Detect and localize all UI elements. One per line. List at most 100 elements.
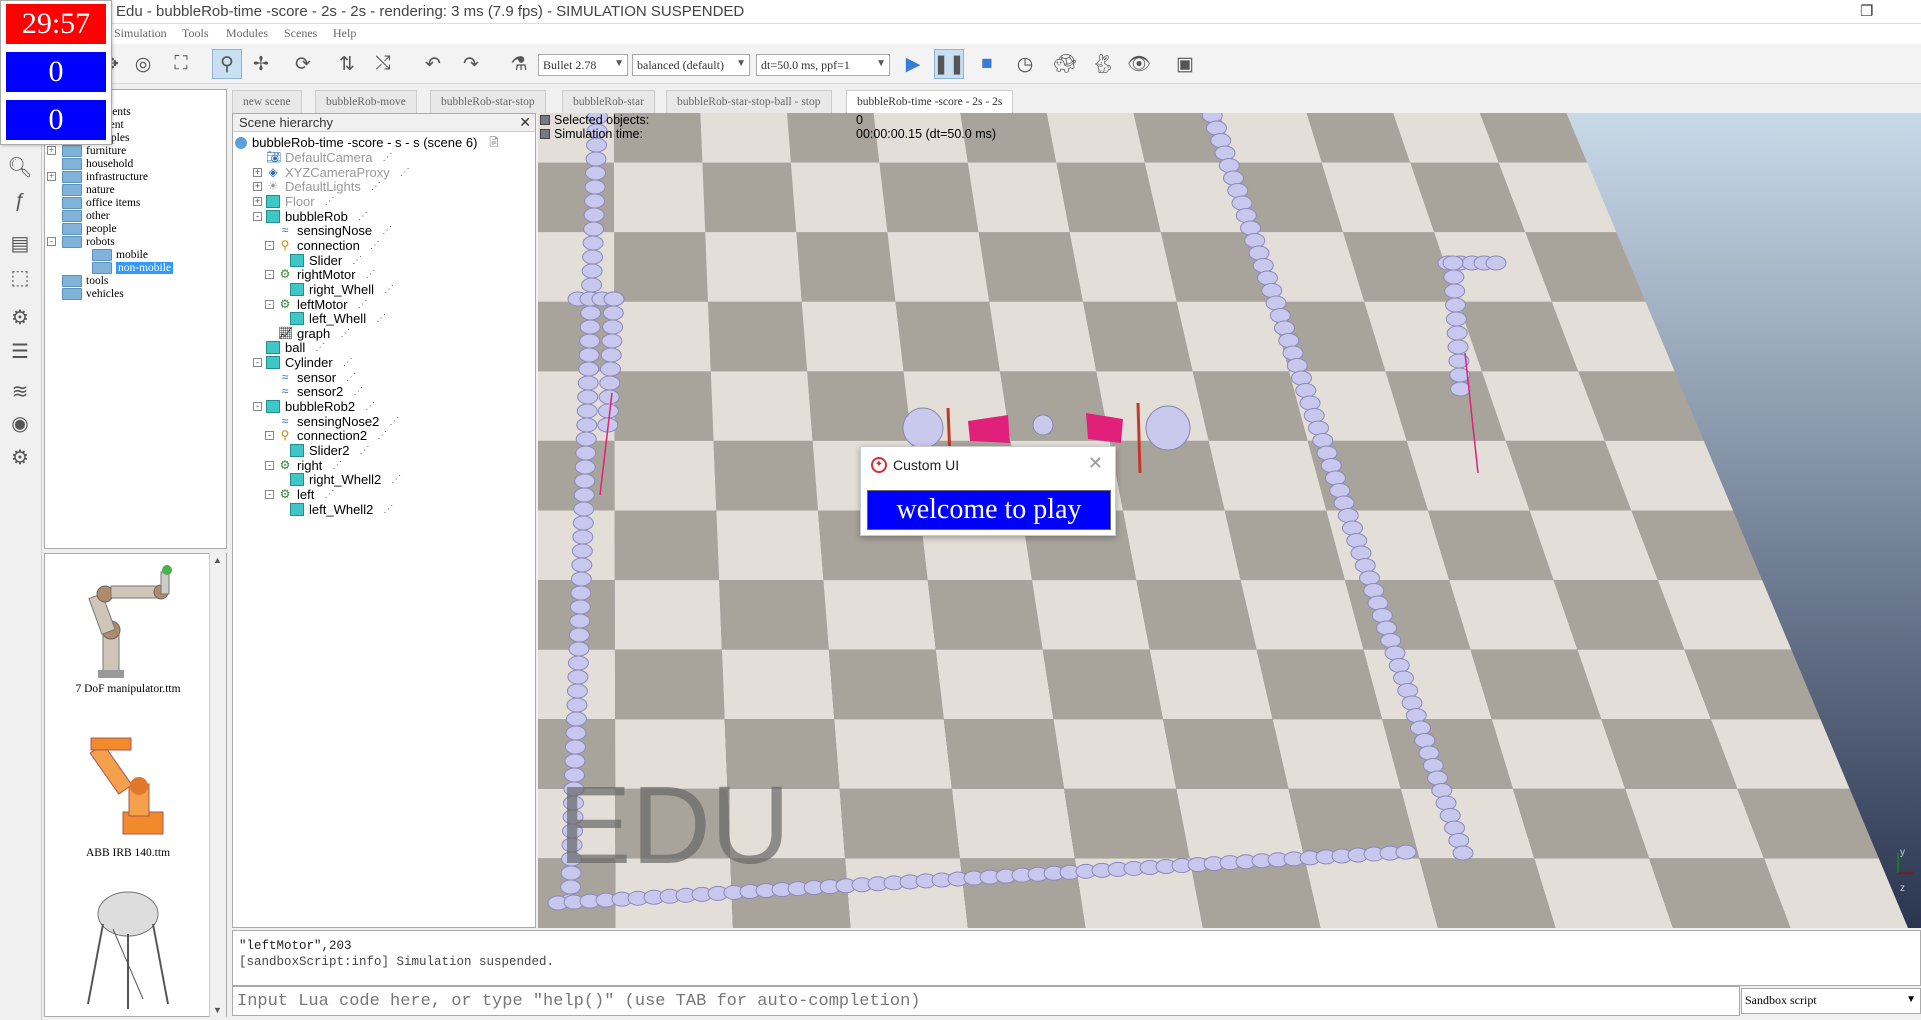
lua-command-input[interactable]: Input Lua code here, or type "help()" (u…	[232, 986, 1740, 1016]
menu-tools[interactable]: Tools	[182, 26, 209, 41]
ball[interactable]	[1033, 415, 1053, 435]
script-icon[interactable]: ⋰	[383, 504, 393, 515]
close-icon[interactable]: ✕	[519, 114, 531, 131]
tab-bubblerob-time-score[interactable]: bubbleRob-time -score - 2s - 2s	[846, 90, 1013, 114]
properties-icon[interactable]: ▤	[5, 228, 35, 258]
settings-icon[interactable]: ⚙	[5, 442, 35, 472]
script-icon[interactable]: ⋰	[315, 342, 325, 353]
model-thumb-delta[interactable]	[45, 884, 211, 1017]
collapse-icon[interactable]: -	[265, 461, 274, 470]
script-icon[interactable]: ⋰	[389, 416, 399, 427]
script-icon[interactable]: ⋰	[346, 372, 356, 383]
model-thumb-abb[interactable]: ABB IRB 140.ttm	[45, 724, 211, 859]
info-toggle-icon[interactable]	[540, 115, 550, 125]
search-icon[interactable]: 🔍︎	[5, 152, 35, 182]
script-icon[interactable]: ⋰	[366, 269, 376, 280]
script-icon[interactable]: ⋰	[359, 445, 369, 456]
3d-viewport[interactable]: EDU y z Selected objects: Simulation tim…	[538, 113, 1921, 928]
scroll-up-icon[interactable]: ▲	[213, 555, 222, 565]
script-icon[interactable]: ⋰	[391, 474, 401, 485]
page-selector-icon[interactable]: ▣	[1170, 49, 1200, 79]
tab-bubblerob-star-stop[interactable]: bubbleRob-star-stop	[430, 90, 546, 114]
camera-rotate-icon[interactable]: ◎	[128, 49, 158, 79]
video-recorder-icon[interactable]: ◉	[5, 408, 35, 438]
collapse-icon[interactable]: -	[265, 490, 274, 499]
pause-icon[interactable]: ❚❚	[934, 49, 964, 79]
script-icon[interactable]: 📄︎	[487, 137, 500, 148]
script-icon[interactable]: ⋰	[384, 284, 394, 295]
object-rotate-icon[interactable]: ⟳	[288, 49, 318, 79]
collapse-icon[interactable]: -	[265, 431, 274, 440]
collapse-icon[interactable]: -	[253, 212, 262, 221]
tab-bubblerob-move[interactable]: bubbleRob-move	[315, 90, 417, 114]
object-select-icon[interactable]: ⚲	[212, 49, 242, 79]
menu-simulation[interactable]: Simulation	[114, 26, 167, 41]
restore-icon[interactable]: ❐	[1860, 2, 1873, 20]
thumbnail-scrollbar[interactable]: ▲ ▼	[209, 553, 226, 1017]
script-icon[interactable]: ⋰	[382, 152, 392, 163]
menu-modules[interactable]: Modules	[226, 26, 268, 41]
realtime-icon[interactable]: ◷	[1010, 49, 1040, 79]
collapse-icon[interactable]: -	[265, 270, 274, 279]
menu-help[interactable]: Help	[333, 26, 356, 41]
accuracy-select[interactable]: balanced (default) ▼	[632, 54, 750, 76]
expand-icon[interactable]: +	[47, 172, 56, 181]
script-icon[interactable]: ⋰	[370, 240, 380, 251]
close-icon[interactable]: ✕	[1088, 453, 1103, 474]
layers-icon[interactable]: ≋	[5, 376, 35, 406]
stop-icon[interactable]: ■	[972, 49, 1002, 79]
object-move-icon[interactable]: ✢	[246, 49, 276, 79]
function-icon[interactable]: ƒ	[5, 186, 35, 216]
assemble-icon[interactable]: ⇅	[332, 49, 362, 79]
script-icon[interactable]: ⋰	[358, 299, 368, 310]
script-icon[interactable]: ⋰	[382, 225, 392, 236]
script-icon[interactable]: ⋰	[343, 357, 353, 368]
tab-bubblerob-star-stop-ball[interactable]: bubbleRob-star-stop-ball - stop	[666, 90, 832, 114]
redo-icon[interactable]: ↷	[456, 49, 486, 79]
collapse-icon[interactable]: -	[253, 358, 262, 367]
play-icon[interactable]: ▶	[898, 49, 928, 79]
collapse-icon[interactable]: -	[253, 402, 262, 411]
script-select[interactable]: Sandbox script ▼	[1741, 988, 1921, 1014]
undo-icon[interactable]: ↶	[418, 49, 448, 79]
expand-icon[interactable]: +	[253, 168, 262, 177]
shape-edit-icon[interactable]: ⬚	[5, 262, 35, 292]
script-icon[interactable]: ⋰	[377, 430, 387, 441]
physics-engine-icon[interactable]: ⚗	[504, 49, 534, 79]
menu-scenes[interactable]: Scenes	[284, 26, 317, 41]
expand-icon[interactable]: +	[253, 182, 262, 191]
visualization-icon[interactable]: 👁︎	[1124, 49, 1154, 79]
script-icon[interactable]: ⋰	[376, 313, 386, 324]
script-icon[interactable]: ⋰	[325, 196, 335, 207]
model-folder-item[interactable]: +vehicles	[47, 286, 124, 301]
model-thumb-7dof[interactable]: 7 DoF manipulator.ttm	[45, 560, 211, 695]
scroll-down-icon[interactable]: ▼	[213, 1005, 222, 1015]
tab-bubblerob-star[interactable]: bubbleRob-star	[562, 90, 655, 114]
collapse-icon[interactable]: -	[265, 241, 274, 250]
model-browser-icon[interactable]: ⚙	[5, 302, 35, 332]
script-icon[interactable]: ⋰	[371, 181, 381, 192]
collapse-icon[interactable]: -	[47, 237, 56, 246]
script-icon[interactable]: ⋰	[324, 489, 334, 500]
script-icon[interactable]: ⋰	[365, 401, 375, 412]
scene-object-left-whell2[interactable]: +left_Whell2⋰	[277, 501, 393, 518]
script-icon[interactable]: ⋰	[400, 167, 410, 178]
scene-hierarchy-icon[interactable]: ☰	[5, 336, 35, 366]
transfer-dna-icon[interactable]: ⤭	[368, 49, 398, 79]
physics-engine-select[interactable]: Bullet 2.78 ▼	[538, 54, 628, 76]
info-toggle-icon[interactable]	[540, 129, 550, 139]
script-icon[interactable]: ⋰	[352, 255, 362, 266]
script-icon[interactable]: ⋰	[353, 386, 363, 397]
timestep-select[interactable]: dt=50.0 ms, ppf=1 ▼	[756, 54, 890, 76]
speed-up-icon[interactable]: 🐇︎	[1088, 49, 1118, 79]
welcome-button[interactable]: welcome to play	[867, 490, 1111, 530]
collapse-icon[interactable]: -	[265, 300, 274, 309]
expand-icon[interactable]: +	[253, 197, 262, 206]
expand-icon[interactable]: +	[47, 146, 56, 155]
tab-new-scene[interactable]: new scene	[232, 90, 302, 114]
camera-fit-icon[interactable]: ⛶	[166, 49, 196, 79]
script-icon[interactable]: ⋰	[358, 211, 368, 222]
script-icon[interactable]: ⋰	[340, 328, 350, 339]
script-icon[interactable]: ⋰	[332, 460, 342, 471]
slow-down-icon[interactable]: 🐢︎	[1050, 49, 1080, 79]
